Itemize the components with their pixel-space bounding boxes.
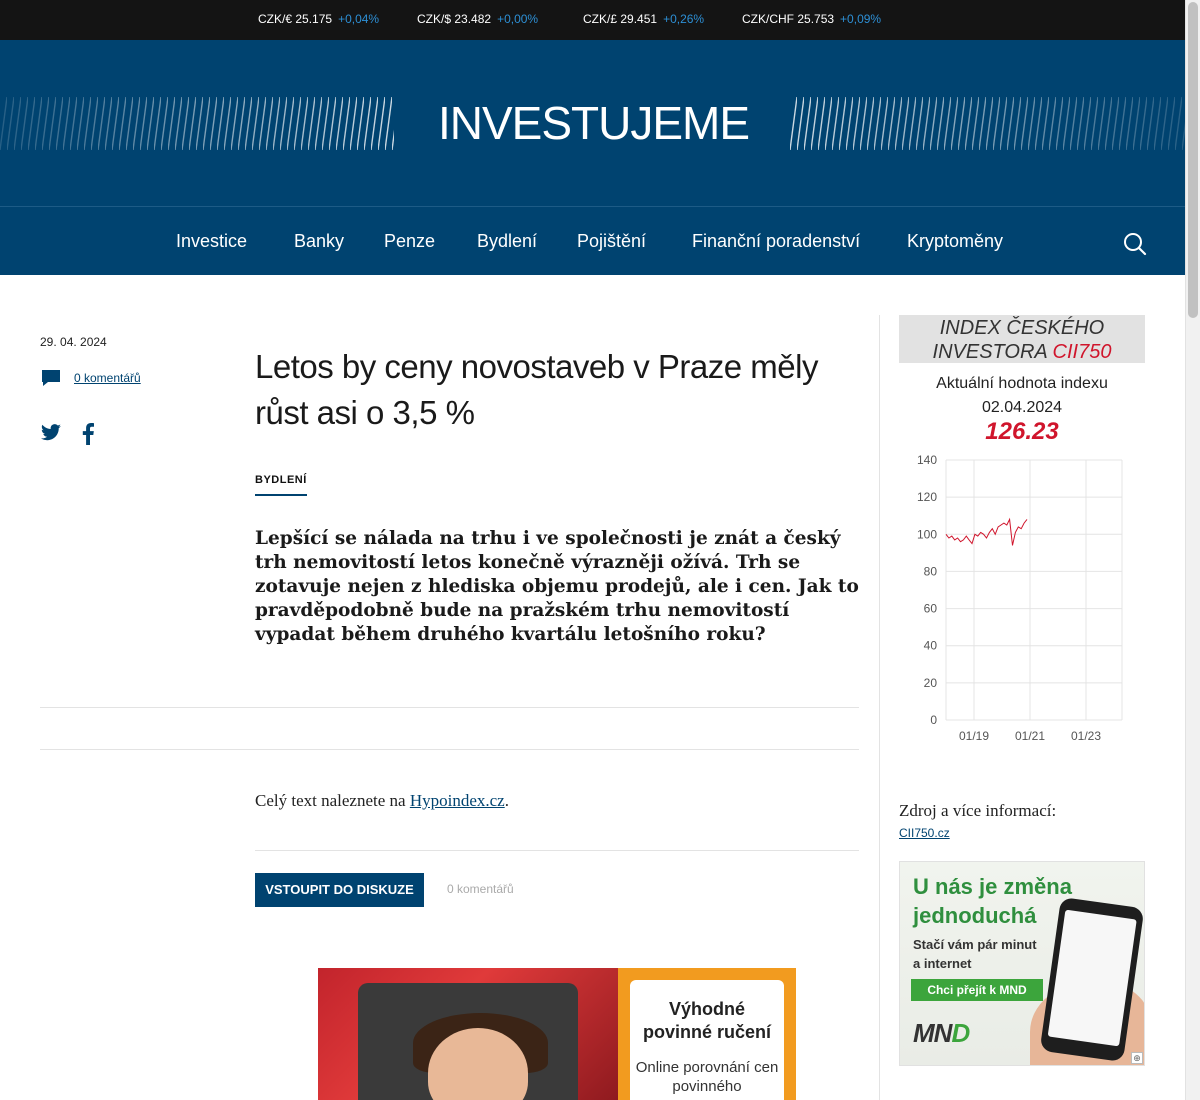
ticker-item: CZK/CHF 25.753 +0,09% [742, 12, 882, 26]
cii-title-line-1: INDEX ČESKÉHO [939, 317, 1105, 339]
cii750-link[interactable]: CII750.cz [899, 826, 950, 840]
ad-side-sub-1: Stačí vám pár minut [913, 937, 1037, 952]
ticker-item: CZK/€ 25.175 +0,04% [258, 12, 380, 26]
ticker-item: CZK/£ 29.451 +0,26% [583, 12, 705, 26]
comment-icon [42, 370, 60, 386]
nav-item-pojisteni[interactable]: Pojištění [577, 231, 646, 252]
enter-discussion-button[interactable]: VSTOUPIT DO DISKUZE [255, 873, 424, 907]
nav-item-investice[interactable]: Investice [176, 231, 247, 252]
twitter-icon[interactable] [40, 424, 62, 447]
site-logo[interactable]: INVESTUJEME [438, 96, 750, 150]
search-icon[interactable] [1122, 231, 1148, 257]
mnd-logo-d: D [951, 1018, 970, 1048]
nav-item-penze[interactable]: Penze [384, 231, 435, 252]
comments-link[interactable]: 0 komentářů [40, 368, 141, 388]
cii-current-value: 126.23 [985, 418, 1059, 445]
decorative-stripes-right [790, 97, 1185, 150]
chart-y-tick-label: 100 [917, 527, 937, 541]
ad-photo-car [318, 968, 618, 1100]
ticker-item: CZK/$ 23.482 +0,00% [417, 12, 539, 26]
ad-text: Online porovnání cen povinného [635, 1059, 779, 1095]
discussion-count[interactable]: 0 komentářů [447, 882, 514, 896]
comments-link-label[interactable]: 0 komentářů [74, 371, 141, 385]
chart-y-tick-label: 20 [924, 676, 938, 690]
cii-label-text: Aktuální hodnota indexu [936, 375, 1108, 392]
mnd-logo: MND [913, 1018, 970, 1049]
chart-y-tick-label: 0 [930, 713, 937, 727]
chart-y-tick-label: 120 [917, 490, 937, 504]
masthead: INVESTUJEME [0, 40, 1185, 206]
divider [40, 749, 859, 750]
cii-code: CII750 [1052, 341, 1112, 363]
divider [255, 850, 859, 851]
facebook-icon[interactable] [82, 423, 94, 450]
article-body: Celý text naleznete na Hypoindex.cz. [255, 791, 509, 811]
article-perex: Lepšící se nálada na trhu i ve společnos… [255, 528, 859, 645]
phone-screen [1047, 909, 1137, 1047]
nav-item-kryptomeny[interactable]: Kryptoměny [907, 231, 1003, 252]
ad-choices-icon[interactable]: ⊕ [1131, 1052, 1143, 1064]
chart-x-tick-label: 01/23 [1071, 729, 1101, 743]
hypoindex-link[interactable]: Hypoindex.cz [410, 791, 505, 810]
insurance-ad-banner[interactable]: Výhodné povinné ručení Online porovnání … [318, 968, 796, 1100]
cii-title-text: INVESTORA [932, 341, 1053, 363]
cii-current-label: Aktuální hodnota indexu 02.04.2024 [899, 372, 1145, 420]
chart-y-tick-label: 40 [924, 639, 938, 653]
chart-y-tick-label: 80 [924, 564, 938, 578]
body-text-end: . [504, 791, 509, 810]
ad-side-sub: Stačí vám pár minut a internet [913, 935, 1037, 973]
chart-x-tick-label: 01/21 [1015, 729, 1045, 743]
ad-side-heading: U nás je změna jednoduchá [913, 872, 1072, 930]
nav-item-banky[interactable]: Banky [294, 231, 344, 252]
article-date: 29. 04. 2024 [40, 335, 107, 349]
cii-title-line-2: INVESTORA CII750 [899, 340, 1145, 364]
scrollbar-thumb[interactable] [1188, 2, 1198, 318]
mnd-ad-banner[interactable]: U nás je změna jednoduchá Stačí vám pár … [899, 861, 1145, 1066]
currency-ticker: CZK/€ 25.175 +0,04% CZK/$ 23.482 +0,00% CZ… [0, 0, 1185, 40]
category-tag[interactable]: BYDLENÍ [255, 474, 307, 496]
cii-line-chart: 0 20 40 60 80 100 120 140 01/19 01/21 01/23 [917, 453, 1123, 743]
ad-card: Výhodné povinné ručení Online porovnání … [630, 980, 784, 1100]
sidebar-divider [879, 315, 880, 1100]
ad-panel: Výhodné povinné ručení Online porovnání … [618, 968, 796, 1100]
cii-index-title[interactable]: INDEX ČESKÉHO INVESTORA CII750 [899, 315, 1145, 363]
ad-side-heading-1: U nás je změna [913, 874, 1072, 899]
cii-date: 02.04.2024 [981, 399, 1063, 416]
nav-item-financni-poradenstvi[interactable]: Finanční poradenství [692, 231, 860, 252]
nav-item-bydleni[interactable]: Bydlení [477, 231, 537, 252]
chart-y-tick-label: 140 [917, 453, 937, 467]
chart-x-tick-label: 01/19 [959, 729, 989, 743]
main-nav: Investice Banky Penze Bydlení Pojištění … [0, 206, 1185, 275]
ad-side-cta-button[interactable]: Chci přejít k MND [911, 979, 1043, 1001]
ad-heading: Výhodné povinné ručení [642, 999, 772, 1042]
chart-y-tick-label: 60 [924, 602, 938, 616]
source-label: Zdroj a více informací: [899, 801, 1057, 820]
ad-side-sub-2: a internet [913, 956, 972, 971]
mnd-logo-mn: MN [913, 1018, 952, 1048]
decorative-stripes-left [0, 97, 394, 150]
ad-side-heading-2: jednoduchá [913, 903, 1037, 928]
article-title: Letos by ceny novostaveb v Praze měly rů… [255, 348, 818, 431]
divider [40, 707, 859, 708]
chart-series-line [945, 517, 1028, 546]
body-text: Celý text naleznete na [255, 791, 410, 810]
page-scrollbar[interactable] [1185, 0, 1200, 1100]
